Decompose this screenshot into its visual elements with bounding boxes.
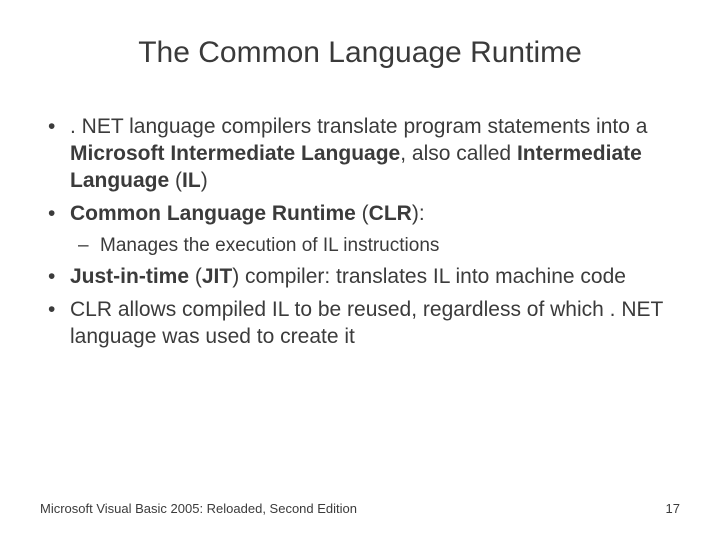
sub-bullet-list: Manages the execution of IL instructions bbox=[70, 234, 680, 258]
text-bold: JIT bbox=[202, 265, 232, 288]
text: Manages the execution of IL instructions bbox=[100, 235, 439, 256]
slide: The Common Language Runtime . NET langua… bbox=[0, 0, 720, 540]
slide-title: The Common Language Runtime bbox=[40, 36, 680, 70]
slide-body: . NET language compilers translate progr… bbox=[40, 114, 680, 350]
text: ( bbox=[189, 265, 202, 288]
page-number: 17 bbox=[666, 501, 680, 516]
text: ( bbox=[356, 202, 369, 225]
text-bold: Common Language Runtime bbox=[70, 202, 356, 225]
text: ) bbox=[201, 169, 208, 192]
slide-footer: Microsoft Visual Basic 2005: Reloaded, S… bbox=[40, 501, 680, 516]
text-bold: Microsoft Intermediate Language bbox=[70, 142, 400, 165]
bullet-item: Just-in-time (JIT) compiler: translates … bbox=[40, 264, 680, 291]
text: CLR allows compiled IL to be reused, reg… bbox=[70, 298, 663, 348]
text-bold: CLR bbox=[369, 202, 412, 225]
bullet-item: CLR allows compiled IL to be reused, reg… bbox=[40, 297, 680, 351]
bullet-item: Common Language Runtime (CLR): Manages t… bbox=[40, 201, 680, 258]
text: ( bbox=[169, 169, 182, 192]
bullet-item: . NET language compilers translate progr… bbox=[40, 114, 680, 195]
text-bold: IL bbox=[182, 169, 201, 192]
text-bold: Just-in-time bbox=[70, 265, 189, 288]
text: . NET language compilers translate progr… bbox=[70, 115, 647, 138]
footer-left: Microsoft Visual Basic 2005: Reloaded, S… bbox=[40, 501, 357, 516]
text: ) compiler: translates IL into machine c… bbox=[232, 265, 626, 288]
text: ): bbox=[412, 202, 425, 225]
text: , also called bbox=[400, 142, 517, 165]
bullet-list: . NET language compilers translate progr… bbox=[40, 114, 680, 350]
sub-bullet-item: Manages the execution of IL instructions bbox=[70, 234, 680, 258]
